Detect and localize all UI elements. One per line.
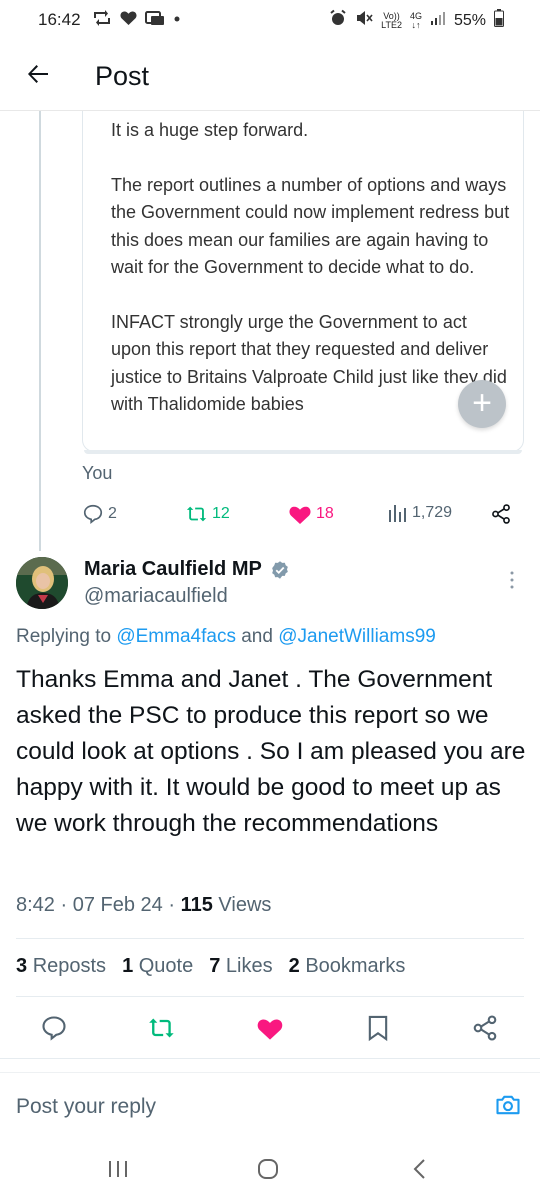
post-author-label: You [82, 463, 113, 483]
plus-icon: + [472, 384, 492, 422]
system-nav-bar [0, 1140, 540, 1200]
chevron-left-icon [413, 1159, 425, 1179]
share-button[interactable] [490, 503, 512, 525]
thread-connector [39, 111, 41, 551]
dot-indicator-icon [173, 10, 181, 31]
share-icon [492, 504, 510, 524]
replying-to: Replying to @Emma4facs and @JanetWilliam… [16, 626, 436, 647]
repost-button[interactable]: 12 [186, 503, 230, 525]
avatar[interactable] [16, 557, 68, 609]
like-button[interactable]: 18 [288, 503, 334, 525]
repost-button[interactable] [148, 1014, 176, 1047]
like-count: 18 [316, 505, 334, 522]
reply-icon [83, 504, 103, 524]
reply-button[interactable]: 2 [82, 503, 117, 525]
bookmarks-stat[interactable]: 2 Bookmarks [289, 955, 406, 978]
bookmark-icon [368, 1015, 388, 1042]
alarm-icon [329, 9, 347, 32]
more-options-button[interactable] [506, 568, 518, 592]
repost-count: 12 [212, 505, 230, 522]
arrow-left-icon [28, 65, 48, 83]
compose-fab-button[interactable]: + [458, 380, 506, 428]
share-icon [473, 1015, 497, 1041]
analytics-icon [389, 505, 406, 522]
card-shadow [84, 450, 522, 454]
post-meta: 8:42 · 07 Feb 24 · 115 Views [16, 894, 272, 916]
quoted-post-text: It is a huge step forward. The report ou… [111, 117, 511, 446]
author-name[interactable]: Maria Caulfield MP [84, 558, 262, 581]
author-handle[interactable]: @mariacaulfield [84, 585, 228, 608]
more-vertical-icon [510, 571, 514, 589]
status-bar: 16:42 Vo)) LTE2 4G ↓↑ 55% [0, 0, 540, 40]
network-indicator: 4G ↓↑ [409, 10, 422, 30]
mention-link-emma[interactable]: @Emma4facs [116, 626, 236, 647]
divider [0, 1058, 540, 1059]
heart-notification-icon [120, 10, 137, 31]
repost-icon [149, 1018, 174, 1038]
reply-composer: Post your reply [0, 1072, 540, 1139]
verified-badge-icon [271, 560, 288, 579]
data-arrows-icon: ↓↑ [411, 19, 421, 30]
media-notification-icon [145, 10, 165, 31]
post-actions [0, 1010, 540, 1046]
back-nav-button[interactable] [410, 1157, 430, 1186]
repost-icon [186, 506, 207, 522]
views-button[interactable]: 1,729 [388, 503, 452, 523]
bookmark-button[interactable] [364, 1014, 392, 1047]
like-button[interactable] [256, 1014, 284, 1047]
home-icon [258, 1159, 278, 1179]
camera-button[interactable] [494, 1091, 522, 1119]
quoted-paragraph: The report outlines a number of options … [111, 174, 510, 278]
reply-count: 2 [108, 505, 117, 522]
post-time: 8:42 [16, 894, 55, 916]
parent-post-actions: 2 12 18 1,729 [82, 503, 522, 531]
profile-photo [16, 557, 68, 609]
divider [16, 996, 524, 997]
mention-link-janet[interactable]: @JanetWilliams99 [278, 626, 436, 647]
share-button[interactable] [471, 1014, 499, 1047]
quoted-paragraph: It is a huge step forward. [111, 120, 309, 140]
repost-notification-icon [92, 10, 112, 31]
volte-indicator: Vo)) LTE2 [381, 10, 402, 30]
camera-icon [496, 1095, 520, 1115]
quotes-stat[interactable]: 1 Quote [122, 955, 193, 978]
views-count: 1,729 [412, 504, 453, 521]
post-views-label: Views [218, 894, 272, 916]
post-stats: 3 Reposts 1 Quote 7 Likes 2 Bookmarks [16, 955, 405, 978]
top-bar: Post [0, 50, 540, 106]
reply-input[interactable]: Post your reply [16, 1095, 156, 1119]
post-text: Thanks Emma and Janet . The Government a… [16, 666, 526, 837]
page-title: Post [95, 61, 150, 91]
battery-label: 55% [453, 11, 486, 29]
post-views-count: 115 [180, 894, 213, 916]
reposts-stat[interactable]: 3 Reposts [16, 955, 106, 978]
quoted-paragraph: INFACT strongly urge the Government to a… [111, 311, 507, 415]
post-date: 07 Feb 24 [72, 894, 163, 916]
mute-icon [355, 9, 373, 32]
recent-apps-icon [109, 1161, 127, 1177]
reply-icon [42, 1016, 66, 1041]
signal-icon [430, 10, 446, 31]
divider [16, 938, 524, 939]
reply-button[interactable] [40, 1014, 68, 1047]
recent-apps-button[interactable] [106, 1158, 130, 1185]
author-name-row: Maria Caulfield MP [84, 558, 290, 581]
status-time: 16:42 [38, 10, 81, 29]
home-button[interactable] [256, 1157, 280, 1186]
heart-filled-icon [289, 506, 311, 524]
battery-icon [494, 9, 504, 32]
back-button[interactable] [22, 58, 54, 90]
heart-filled-icon [257, 1019, 283, 1040]
likes-stat[interactable]: 7 Likes [209, 955, 272, 978]
